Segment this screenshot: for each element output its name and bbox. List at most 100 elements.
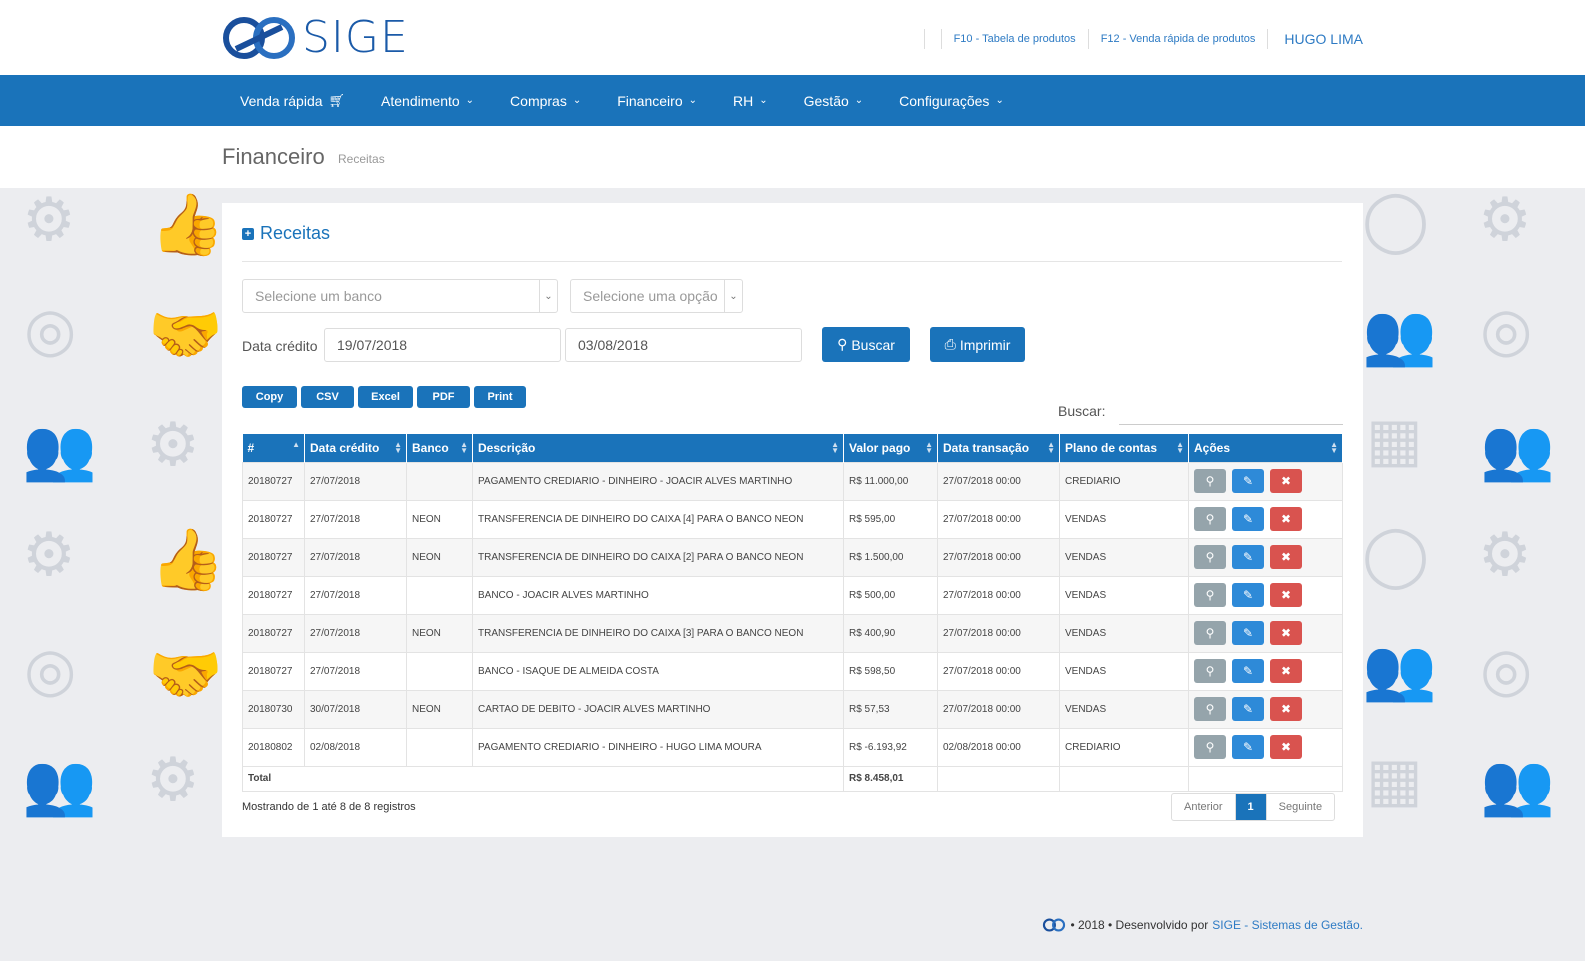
pencil-icon: ✎ xyxy=(1242,512,1254,526)
actions-cell: ⚲ ✎ ✖ xyxy=(1188,575,1343,615)
table-cell: NEON xyxy=(406,689,473,729)
table-cell: TRANSFERENCIA DE DINHEIRO DO CAIXA [2] P… xyxy=(472,537,844,577)
pencil-icon: ✎ xyxy=(1242,664,1254,678)
table-cell: CARTAO DE DEBITO - JOACIR ALVES MARTINHO xyxy=(472,689,844,729)
nav-label: Compras xyxy=(510,92,567,109)
column-header[interactable]: # ▲ xyxy=(242,434,305,462)
view-button[interactable]: ⚲ xyxy=(1194,469,1226,493)
logo[interactable]: SIGE xyxy=(222,15,409,61)
search-icon: ⚲ xyxy=(1205,550,1215,564)
prev-page-button[interactable]: Anterior xyxy=(1172,794,1236,820)
edit-button[interactable]: ✎ xyxy=(1232,697,1264,721)
delete-button[interactable]: ✖ xyxy=(1270,545,1302,569)
edit-button[interactable]: ✎ xyxy=(1232,469,1264,493)
table-row: 20180727 27/07/2018 PAGAMENTO CREDIARIO - … xyxy=(242,461,1343,501)
search-button-label: Buscar xyxy=(851,336,895,353)
view-button[interactable]: ⚲ xyxy=(1194,507,1226,531)
f12-link[interactable]: F12 - Venda rápida de produtos xyxy=(1097,33,1260,45)
table-cell: 27/07/2018 00:00 xyxy=(937,651,1060,691)
view-button[interactable]: ⚲ xyxy=(1194,545,1226,569)
csv-button[interactable]: CSV xyxy=(301,386,354,408)
next-page-button[interactable]: Seguinte xyxy=(1267,794,1334,820)
table-cell: R$ 57,53 xyxy=(843,689,938,729)
table-cell: NEON xyxy=(406,613,473,653)
view-button[interactable]: ⚲ xyxy=(1194,621,1226,645)
nav-gestao[interactable]: Gestão ⌄ xyxy=(786,75,882,126)
actions-cell: ⚲ ✎ ✖ xyxy=(1188,689,1343,729)
table-cell: R$ 598,50 xyxy=(843,651,938,691)
pencil-icon: ✎ xyxy=(1242,550,1254,564)
table-search-input[interactable] xyxy=(1119,403,1343,425)
nav-compras[interactable]: Compras ⌄ xyxy=(492,75,599,126)
delete-button[interactable]: ✖ xyxy=(1270,697,1302,721)
table-cell: 02/08/2018 xyxy=(304,727,407,767)
delete-button[interactable]: ✖ xyxy=(1270,469,1302,493)
view-button[interactable]: ⚲ xyxy=(1194,735,1226,759)
column-header[interactable]: Plano de contas ▲ ▼ xyxy=(1059,434,1189,462)
sort-icon: ▲ ▼ xyxy=(925,440,933,455)
nav-atendimento[interactable]: Atendimento ⌄ xyxy=(363,75,492,126)
search-icon: ⚲ xyxy=(1205,626,1215,640)
page-subtitle: Receitas xyxy=(338,152,385,166)
option-select-value: Selecione uma opção xyxy=(583,288,718,304)
close-icon: ✖ xyxy=(1280,474,1292,488)
footer: • 2018 • Desenvolvido por SIGE - Sistema… xyxy=(1042,918,1363,932)
view-button[interactable]: ⚲ xyxy=(1194,583,1226,607)
option-select[interactable]: Selecione uma opção ⌄ xyxy=(570,279,743,313)
excel-button[interactable]: Excel xyxy=(358,386,413,408)
delete-button[interactable]: ✖ xyxy=(1270,735,1302,759)
chevron-down-icon: ⌄ xyxy=(465,95,475,106)
table-cell: R$ 595,00 xyxy=(843,499,938,539)
delete-button[interactable]: ✖ xyxy=(1270,583,1302,607)
column-header[interactable]: Banco ▲ ▼ xyxy=(406,434,473,462)
edit-button[interactable]: ✎ xyxy=(1232,621,1264,645)
date-from-input[interactable]: 19/07/2018 xyxy=(324,328,561,362)
column-header[interactable]: Data crédito ▲ ▼ xyxy=(304,434,407,462)
edit-button[interactable]: ✎ xyxy=(1232,583,1264,607)
edit-button[interactable]: ✎ xyxy=(1232,545,1264,569)
edit-button[interactable]: ✎ xyxy=(1232,659,1264,683)
brand-name: SIGE xyxy=(302,12,409,63)
table-row: 20180727 27/07/2018 BANCO - JOACIR ALVES M… xyxy=(242,575,1343,615)
edit-button[interactable]: ✎ xyxy=(1232,735,1264,759)
nav-rh[interactable]: RH ⌄ xyxy=(715,75,786,126)
column-header[interactable]: Data transação ▲ ▼ xyxy=(937,434,1060,462)
search-button[interactable]: ⚲ Buscar xyxy=(822,327,910,362)
table-cell: VENDAS xyxy=(1059,689,1189,729)
gears-icon: ⚙ xyxy=(146,746,200,813)
view-button[interactable]: ⚲ xyxy=(1194,659,1226,683)
search-icon: ⚲ xyxy=(1205,740,1215,754)
page-header: Financeiro Receitas xyxy=(0,126,1585,188)
copy-button[interactable]: Copy xyxy=(242,386,297,408)
search-icon: ⚲ xyxy=(1205,474,1215,488)
table-cell: NEON xyxy=(406,499,473,539)
column-header[interactable]: Ações ▲ ▼ xyxy=(1188,434,1343,462)
date-to-input[interactable]: 03/08/2018 xyxy=(565,328,802,362)
print-export-button[interactable]: Print xyxy=(474,386,526,408)
print-button[interactable]: ⎙ Imprimir xyxy=(930,327,1025,362)
user-menu[interactable]: HUGO LIMA xyxy=(1284,31,1363,47)
column-header[interactable]: Descrição ▲ ▼ xyxy=(472,434,844,462)
delete-button[interactable]: ✖ xyxy=(1270,507,1302,531)
search-icon: ⚲ xyxy=(837,336,848,352)
actions-cell: ⚲ ✎ ✖ xyxy=(1188,613,1343,653)
nav-configuracoes[interactable]: Configurações ⌄ xyxy=(881,75,1022,126)
table-cell xyxy=(406,461,473,501)
view-button[interactable]: ⚲ xyxy=(1194,697,1226,721)
page-title: Financeiro xyxy=(222,144,325,169)
column-header[interactable]: Valor pago ▲ ▼ xyxy=(843,434,938,462)
sort-icon: ▲ ▼ xyxy=(460,440,468,455)
date-to-value: 03/08/2018 xyxy=(578,337,649,353)
footer-link[interactable]: SIGE - Sistemas de Gestão. xyxy=(1212,918,1363,932)
delete-button[interactable]: ✖ xyxy=(1270,621,1302,645)
table-cell: 20180802 xyxy=(242,727,305,767)
nav-venda-rapida[interactable]: Venda rápida 🛒︎ xyxy=(222,75,363,126)
pdf-button[interactable]: PDF xyxy=(417,386,470,408)
f10-link[interactable]: F10 - Tabela de produtos xyxy=(950,33,1080,45)
edit-button[interactable]: ✎ xyxy=(1232,507,1264,531)
table-row: 20180727 27/07/2018 NEON TRANSFERENCIA DE D… xyxy=(242,613,1343,653)
nav-financeiro[interactable]: Financeiro ⌄ xyxy=(599,75,715,126)
delete-button[interactable]: ✖ xyxy=(1270,659,1302,683)
page-1-button[interactable]: 1 xyxy=(1235,794,1267,820)
bank-select[interactable]: Selecione um banco ⌄ xyxy=(242,279,558,313)
